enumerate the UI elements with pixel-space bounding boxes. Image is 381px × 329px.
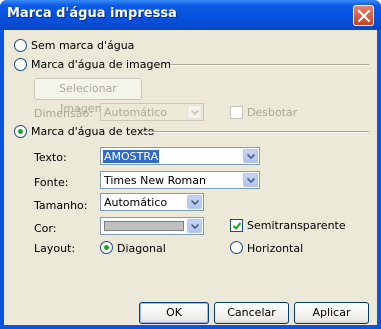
text-dropdown-arrow[interactable] (243, 149, 258, 163)
chevron-down-icon (247, 178, 255, 183)
scale-value: Automático (104, 106, 168, 119)
color-swatch (104, 221, 184, 231)
image-watermark-radio[interactable] (14, 58, 27, 71)
layout-horizontal-label[interactable]: Horizontal (247, 242, 303, 255)
close-button[interactable] (353, 5, 374, 26)
text-label: Texto: (34, 151, 67, 164)
layout-label: Layout: (34, 242, 76, 255)
font-value: Times New Roman (104, 174, 206, 187)
close-icon (358, 10, 370, 22)
text-select[interactable]: AMOSTRA (100, 147, 260, 165)
layout-diagonal-label[interactable]: Diagonal (117, 242, 166, 255)
size-select[interactable]: Automático (100, 193, 204, 211)
color-label: Cor: (34, 222, 57, 235)
size-dropdown-arrow[interactable] (187, 195, 202, 209)
title-bar[interactable]: Marca d'água impressa (0, 0, 381, 30)
color-select[interactable] (100, 217, 204, 235)
washout-checkbox[interactable] (230, 106, 243, 119)
image-section-separator (171, 64, 369, 66)
font-label: Fonte: (34, 176, 69, 189)
semitransparent-label[interactable]: Semitransparente (247, 219, 346, 232)
chevron-down-icon (247, 154, 255, 159)
scale-select[interactable]: Automático (100, 103, 204, 121)
text-section-separator (143, 131, 369, 133)
font-select[interactable]: Times New Roman (100, 171, 260, 189)
layout-diagonal-radio[interactable] (100, 241, 113, 254)
no-watermark-radio[interactable] (14, 39, 27, 52)
text-watermark-label[interactable]: Marca d'água de texto (31, 125, 154, 138)
image-watermark-label[interactable]: Marca d'água de imagem (31, 58, 171, 71)
scale-label: Dimensão: (34, 107, 93, 120)
ok-button[interactable]: OK (139, 302, 209, 324)
text-watermark-radio[interactable] (14, 125, 27, 138)
cancel-button[interactable]: Cancelar (214, 302, 289, 324)
chevron-down-icon (191, 200, 199, 205)
no-watermark-label[interactable]: Sem marca d'água (31, 39, 134, 52)
color-dropdown-arrow[interactable] (187, 219, 202, 233)
size-label: Tamanho: (34, 199, 88, 212)
select-image-button[interactable]: Selecionar Imagem... (34, 78, 142, 115)
chevron-down-icon (191, 110, 199, 115)
text-value[interactable]: AMOSTRA (103, 150, 160, 163)
layout-horizontal-radio[interactable] (230, 241, 243, 254)
size-value: Automático (104, 196, 168, 209)
washout-label: Desbotar (247, 106, 298, 119)
font-dropdown-arrow[interactable] (243, 173, 258, 187)
checkmark-icon (232, 222, 242, 230)
watermark-dialog: Marca d'água impressa Sem marca d'água M… (0, 0, 381, 329)
scale-dropdown-arrow[interactable] (187, 105, 202, 119)
chevron-down-icon (191, 224, 199, 229)
dialog-body: Sem marca d'água Marca d'água de imagem … (4, 30, 377, 325)
window-title: Marca d'água impressa (7, 6, 177, 21)
apply-button[interactable]: Aplicar (294, 302, 369, 324)
semitransparent-checkbox[interactable] (230, 219, 243, 232)
